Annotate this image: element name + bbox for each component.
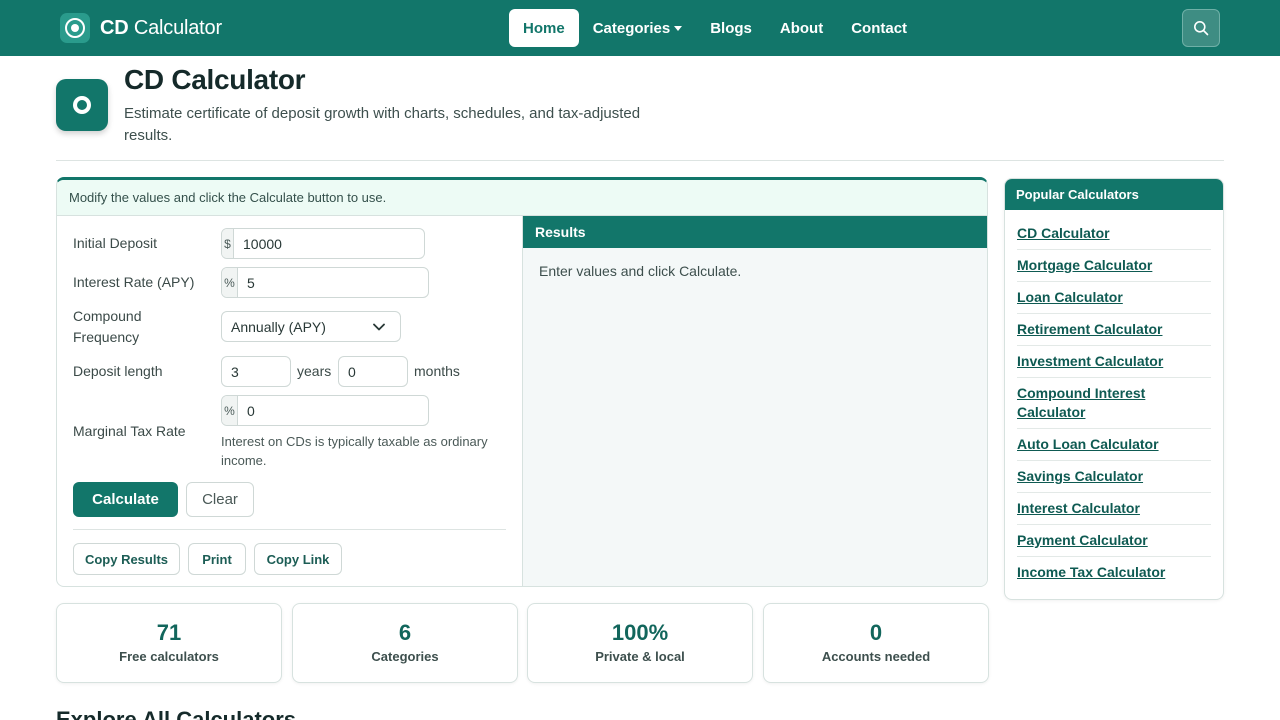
sidebar-link-cd-calculator[interactable]: CD Calculator — [1017, 218, 1211, 250]
brand-name: CD Calculator — [100, 16, 222, 39]
initial-deposit-group: $ — [221, 228, 425, 259]
percent-addon: % — [222, 268, 238, 297]
results-panel: Results Enter values and click Calculate… — [522, 216, 987, 586]
top-navbar: CD Calculator Home Categories Blogs Abou… — [0, 0, 1280, 56]
sidebar-link-retirement-calculator[interactable]: Retirement Calculator — [1017, 314, 1211, 346]
sidebar-link-income-tax-calculator[interactable]: Income Tax Calculator — [1017, 557, 1211, 588]
search-button[interactable] — [1182, 9, 1220, 47]
compound-frequency-select[interactable]: Annually (APY) — [221, 311, 401, 342]
sidebar-link-loan-calculator[interactable]: Loan Calculator — [1017, 282, 1211, 314]
initial-deposit-input[interactable] — [234, 229, 424, 258]
tax-rate-label: Marginal Tax Rate — [73, 423, 186, 439]
caret-down-icon — [674, 26, 683, 31]
search-icon — [1194, 21, 1209, 36]
calculator-hint: Modify the values and click the Calculat… — [57, 180, 987, 216]
stat-label: Free calculators — [119, 649, 219, 664]
nav-about[interactable]: About — [766, 9, 837, 47]
sidebar-link-compound-interest-calculator[interactable]: Compound Interest Calculator — [1017, 378, 1211, 429]
percent-addon: % — [222, 396, 238, 425]
sidebar-link-auto-loan-calculator[interactable]: Auto Loan Calculator — [1017, 429, 1211, 461]
page-subtitle: Estimate certificate of deposit growth w… — [124, 105, 641, 144]
stat-label: Accounts needed — [821, 649, 931, 664]
copy-results-button[interactable]: Copy Results — [73, 543, 180, 575]
interest-rate-group: % — [221, 267, 429, 298]
sidebar-title: Popular Calculators — [1005, 179, 1223, 210]
explore-heading: Explore All Calculators — [56, 707, 297, 720]
nav-home[interactable]: Home — [509, 9, 579, 47]
brand-logo-icon — [60, 13, 90, 43]
actions-divider — [73, 529, 506, 530]
stat-label: Categories — [371, 649, 439, 664]
stat-value: 100% — [611, 620, 669, 645]
initial-deposit-label: Initial Deposit — [73, 235, 158, 251]
stat-value: 71 — [156, 620, 182, 645]
calculate-button[interactable]: Calculate — [73, 482, 178, 517]
nav-blogs[interactable]: Blogs — [696, 9, 766, 47]
calculator-form: Initial Deposit $ Interest Rate (APY) % … — [57, 216, 522, 586]
deposit-years-input[interactable] — [221, 356, 291, 387]
compound-frequency-label: Compound Frequency — [73, 308, 142, 345]
sidebar-list: CD Calculator Mortgage Calculator Loan C… — [1005, 210, 1223, 588]
nav-contact[interactable]: Contact — [837, 9, 921, 47]
chevron-down-icon — [373, 323, 385, 331]
copy-link-button[interactable]: Copy Link — [254, 543, 342, 575]
page-title: CD Calculator — [124, 64, 306, 95]
deposit-months-input[interactable] — [338, 356, 408, 387]
stat-label: Private & local — [595, 649, 685, 664]
sidebar-link-savings-calculator[interactable]: Savings Calculator — [1017, 461, 1211, 493]
nav-categories[interactable]: Categories — [579, 9, 697, 47]
nav-categories-label: Categories — [592, 19, 671, 37]
sidebar-link-interest-calculator[interactable]: Interest Calculator — [1017, 493, 1211, 525]
tax-rate-group: % — [221, 395, 429, 426]
results-message: Enter values and click Calculate. — [539, 263, 742, 279]
results-title: Results — [523, 216, 987, 248]
clear-button[interactable]: Clear — [186, 482, 254, 517]
main-nav: Home Categories Blogs About Contact — [509, 9, 921, 47]
years-unit: years — [297, 363, 332, 379]
sidebar-link-investment-calculator[interactable]: Investment Calculator — [1017, 346, 1211, 378]
popular-calculators-sidebar: Popular Calculators CD Calculator Mortga… — [1004, 178, 1224, 600]
brand-link[interactable]: CD Calculator — [60, 13, 222, 43]
compound-frequency-value: Annually (APY) — [231, 318, 326, 335]
stat-card: 6 Categories — [292, 603, 518, 683]
print-button[interactable]: Print — [188, 543, 246, 575]
tax-rate-help: Interest on CDs is typically taxable as … — [221, 434, 488, 468]
months-unit: months — [414, 363, 460, 379]
stat-value: 0 — [869, 620, 883, 645]
deposit-length-label: Deposit length — [73, 363, 163, 379]
stat-card: 0 Accounts needed — [763, 603, 989, 683]
interest-rate-input[interactable] — [238, 268, 428, 297]
dollar-addon: $ — [222, 229, 234, 258]
sidebar-link-payment-calculator[interactable]: Payment Calculator — [1017, 525, 1211, 557]
tax-rate-input[interactable] — [238, 396, 428, 425]
stat-value: 6 — [398, 620, 412, 645]
sidebar-link-mortgage-calculator[interactable]: Mortgage Calculator — [1017, 250, 1211, 282]
stat-card: 100% Private & local — [527, 603, 753, 683]
calculator-card: Modify the values and click the Calculat… — [56, 177, 988, 587]
page-icon — [56, 79, 108, 131]
interest-rate-label: Interest Rate (APY) — [73, 274, 195, 290]
header-divider — [56, 160, 1224, 161]
stat-card: 71 Free calculators — [56, 603, 282, 683]
